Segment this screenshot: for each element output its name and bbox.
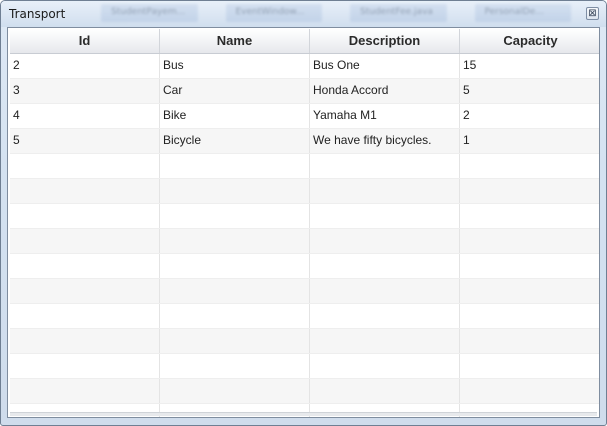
close-button[interactable]: ⊠ [586, 7, 599, 20]
table-frame: Id Name Description Capacity 2 Bus Bus One… [7, 27, 600, 418]
table-cell[interactable]: 15 [460, 54, 599, 78]
empty-table-row[interactable] [10, 204, 599, 229]
table-cell[interactable]: 4 [10, 104, 160, 128]
empty-table-row[interactable] [10, 304, 599, 329]
column-header-description[interactable]: Description [310, 29, 460, 53]
table-cell[interactable] [160, 154, 310, 178]
column-header-id[interactable]: Id [10, 29, 160, 53]
table-cell[interactable] [310, 304, 460, 328]
table-cell[interactable] [460, 304, 599, 328]
close-icon: ⊠ [588, 7, 597, 19]
table-cell[interactable] [460, 279, 599, 303]
table-cell[interactable] [310, 279, 460, 303]
table-cell[interactable] [10, 229, 160, 253]
table-cell[interactable]: Car [160, 79, 310, 103]
table-cell[interactable] [310, 379, 460, 403]
table-cell[interactable] [310, 329, 460, 353]
table-cell[interactable] [310, 254, 460, 278]
table-cell[interactable] [160, 279, 310, 303]
empty-table-row[interactable] [10, 254, 599, 279]
table-cell[interactable] [460, 179, 599, 203]
table-cell[interactable] [160, 354, 310, 378]
table-cell[interactable]: 2 [460, 104, 599, 128]
data-grid[interactable]: Id Name Description Capacity 2 Bus Bus One… [10, 29, 599, 417]
table-cell[interactable] [160, 204, 310, 228]
column-header-capacity[interactable]: Capacity [460, 29, 599, 53]
table-row[interactable]: 2 Bus Bus One 15 [10, 54, 599, 79]
table-cell[interactable] [160, 229, 310, 253]
table-cell[interactable] [460, 229, 599, 253]
table-cell[interactable] [460, 354, 599, 378]
table-cell[interactable]: Bus One [310, 54, 460, 78]
table-cell[interactable]: 1 [460, 129, 599, 153]
table-cell[interactable] [10, 279, 160, 303]
table-cell[interactable] [10, 329, 160, 353]
table-cell[interactable]: 5 [10, 129, 160, 153]
table-cell[interactable] [10, 304, 160, 328]
table-cell[interactable] [10, 179, 160, 203]
empty-table-row[interactable] [10, 154, 599, 179]
table-cell[interactable] [160, 254, 310, 278]
table-cell[interactable] [460, 329, 599, 353]
table-cell[interactable] [160, 329, 310, 353]
table-cell[interactable] [460, 254, 599, 278]
table-cell[interactable]: Yamaha M1 [310, 104, 460, 128]
table-cell[interactable] [10, 204, 160, 228]
table-cell[interactable] [160, 179, 310, 203]
table-cell[interactable] [10, 154, 160, 178]
table-body: 2 Bus Bus One 15 3 Car Honda Accord 5 4 Bike Yamah… [10, 54, 599, 417]
table-cell[interactable] [160, 304, 310, 328]
table-cell[interactable]: Honda Accord [310, 79, 460, 103]
empty-table-row[interactable] [10, 379, 599, 404]
table-cell[interactable] [460, 204, 599, 228]
empty-table-row[interactable] [10, 279, 599, 304]
table-cell[interactable] [10, 354, 160, 378]
empty-table-row[interactable] [10, 179, 599, 204]
background-tab: PersonalDe... [474, 4, 571, 22]
table-row[interactable]: 4 Bike Yamaha M1 2 [10, 104, 599, 129]
table-cell[interactable] [10, 379, 160, 403]
background-tab: StudentPayem... [101, 4, 198, 22]
table-cell[interactable]: 2 [10, 54, 160, 78]
table-cell[interactable]: Bicycle [160, 129, 310, 153]
window-title: Transport [9, 7, 66, 21]
table-cell[interactable]: Bus [160, 54, 310, 78]
empty-table-row[interactable] [10, 229, 599, 254]
table-cell[interactable] [310, 204, 460, 228]
background-tab: EventWindow... [225, 4, 322, 22]
horizontal-scrollbar[interactable] [10, 412, 597, 416]
table-cell[interactable] [310, 154, 460, 178]
table-cell[interactable] [460, 379, 599, 403]
table-row[interactable]: 3 Car Honda Accord 5 [10, 79, 599, 104]
background-tab: StudentFee.java [350, 4, 447, 22]
table-cell[interactable]: Bike [160, 104, 310, 128]
background-taskbar-tabs: StudentPayem... EventWindow... StudentFe… [101, 4, 571, 22]
column-header-name[interactable]: Name [160, 29, 310, 53]
table-cell[interactable] [310, 229, 460, 253]
empty-table-row[interactable] [10, 354, 599, 379]
table-cell[interactable] [10, 254, 160, 278]
empty-table-row[interactable] [10, 329, 599, 354]
table-cell[interactable] [460, 154, 599, 178]
table-cell[interactable] [310, 354, 460, 378]
table-header: Id Name Description Capacity [10, 29, 599, 54]
transport-window: StudentPayem... EventWindow... StudentFe… [0, 0, 607, 426]
table-cell[interactable]: 5 [460, 79, 599, 103]
title-bar[interactable]: StudentPayem... EventWindow... StudentFe… [1, 1, 606, 27]
table-row[interactable]: 5 Bicycle We have fifty bicycles. 1 [10, 129, 599, 154]
table-cell[interactable] [160, 379, 310, 403]
table-cell[interactable] [310, 179, 460, 203]
table-cell[interactable]: 3 [10, 79, 160, 103]
table-cell[interactable]: We have fifty bicycles. [310, 129, 460, 153]
